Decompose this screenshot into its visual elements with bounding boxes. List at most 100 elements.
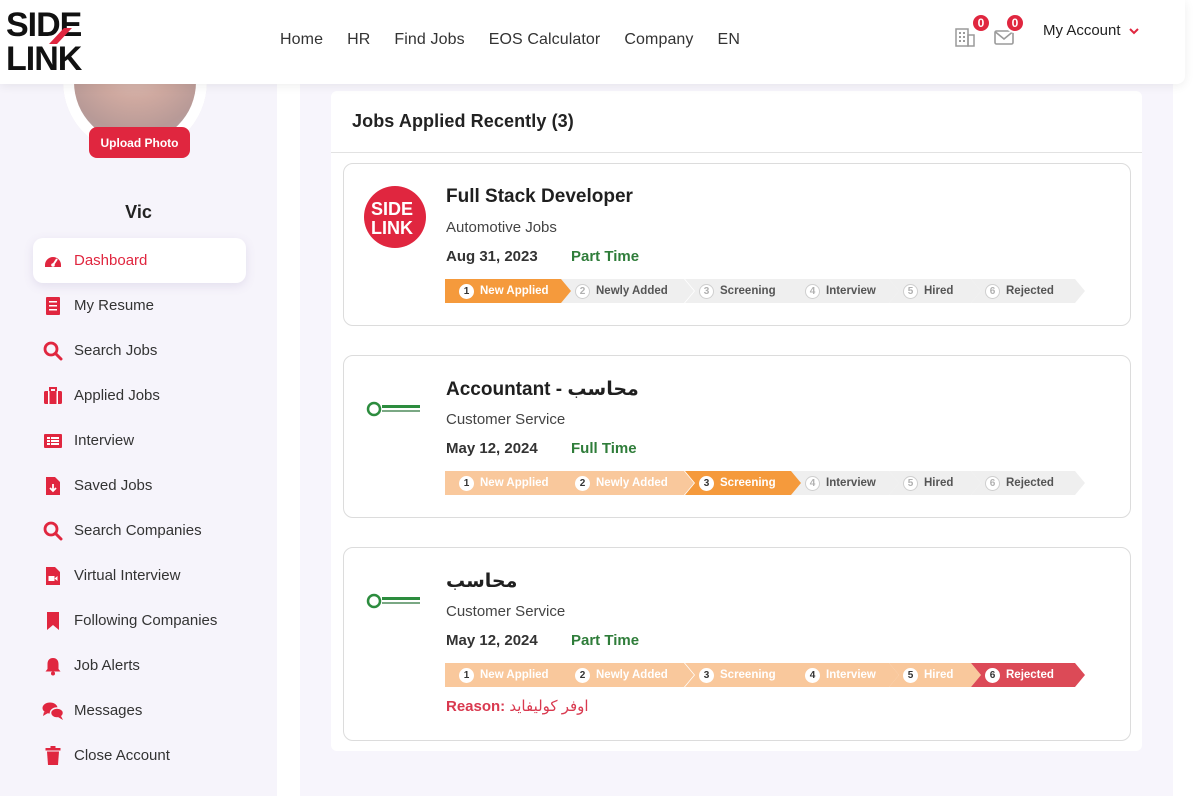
sidebar-item-search-jobs[interactable]: Search Jobs <box>33 328 246 373</box>
job-date: May 12, 2024 <box>446 632 538 649</box>
sidebar-item-label: Dashboard <box>74 252 148 269</box>
bell-icon <box>42 655 64 677</box>
stage-label: Screening <box>720 477 776 489</box>
sidebar-item-label: Messages <box>74 702 143 719</box>
stage-newly-added: 2 Newly Added <box>561 663 696 687</box>
stage-label: Screening <box>720 669 776 681</box>
sidebar-item-messages[interactable]: Messages <box>33 688 246 733</box>
job-category: Customer Service <box>446 411 566 428</box>
stage-hired: 5 Hired <box>889 663 983 687</box>
stage-number: 3 <box>699 283 714 299</box>
panel-title: Jobs Applied Recently (3) <box>352 111 574 131</box>
stage-label: Interview <box>826 669 876 681</box>
company-logo <box>364 570 426 632</box>
job-category: Automotive Jobs <box>446 219 557 236</box>
job-type: Part Time <box>571 248 640 265</box>
stage-interview: 4 Interview <box>791 471 901 495</box>
stage-number: 5 <box>903 475 918 491</box>
sidebar-item-label: Following Companies <box>74 612 218 629</box>
sidebar-item-label: Applied Jobs <box>74 387 160 404</box>
sidebar-item-my-resume[interactable]: My Resume <box>33 283 246 328</box>
stage-number: 4 <box>805 283 820 299</box>
job-date: May 12, 2024 <box>446 440 538 457</box>
job-card[interactable]: Accountant - محاسب Customer Service May … <box>343 355 1131 518</box>
company-logo <box>364 378 426 440</box>
job-type: Full Time <box>571 440 637 457</box>
sidebar-item-label: Search Companies <box>74 522 202 539</box>
stage-label: Screening <box>720 285 776 297</box>
sidebar-item-label: Saved Jobs <box>74 477 153 494</box>
user-name: Vic <box>125 202 152 222</box>
sidebar-item-interview[interactable]: Interview <box>33 418 246 463</box>
stage-label: Rejected <box>1006 285 1054 297</box>
stage-rejected: 6 Rejected <box>971 471 1087 495</box>
sidebar-item-saved-jobs[interactable]: Saved Jobs <box>33 463 246 508</box>
top-header: SIDE LINK Home HR Find Jobs EOS Calculat… <box>0 0 1185 84</box>
interview-icon <box>42 430 64 452</box>
stage-new-applied: 1 New Applied <box>445 663 575 687</box>
resume-icon <box>42 295 64 317</box>
stage-label: Rejected <box>1006 477 1054 489</box>
nav-hr[interactable]: HR <box>347 31 370 49</box>
rejection-reason: Reason: اوفر كوليفايد <box>446 697 589 715</box>
logo-text-bottom: LINK <box>6 40 83 74</box>
sidelink-logo[interactable]: SIDE LINK <box>4 4 108 74</box>
sidebar-item-applied-jobs[interactable]: Applied Jobs <box>33 373 246 418</box>
reason-text: اوفر كوليفايد <box>509 698 589 715</box>
stage-number: 5 <box>903 667 918 683</box>
nav-eos-calculator[interactable]: EOS Calculator <box>489 31 601 49</box>
stage-label: New Applied <box>480 477 549 489</box>
main-nav: Home HR Find Jobs EOS Calculator Company… <box>268 0 752 80</box>
job-title[interactable]: Full Stack Developer <box>446 186 633 208</box>
sidebar-item-label: Virtual Interview <box>74 567 181 584</box>
stage-screening: 3 Screening <box>685 663 804 687</box>
nav-company[interactable]: Company <box>624 31 693 49</box>
stage-number: 2 <box>575 475 590 491</box>
stage-number: 6 <box>985 283 1000 299</box>
stage-label: Newly Added <box>596 477 668 489</box>
my-account-menu[interactable]: My Account <box>1043 22 1139 39</box>
stage-number: 4 <box>805 475 820 491</box>
sidebar-item-close-account[interactable]: Close Account <box>33 733 246 778</box>
job-title[interactable]: Accountant - محاسب <box>446 378 639 401</box>
stage-label: Interview <box>826 477 876 489</box>
upload-photo-button[interactable]: Upload Photo <box>89 127 190 158</box>
stage-label: Hired <box>924 285 954 297</box>
sidebar-menu: Dashboard My Resume Search Jobs Applied … <box>33 238 246 778</box>
company-logo: SIDE LINK <box>364 186 426 248</box>
stage-new-applied: 1 New Applied <box>445 279 575 303</box>
messages-badge: 0 <box>1005 13 1025 33</box>
stage-number: 2 <box>575 667 590 683</box>
nav-find-jobs[interactable]: Find Jobs <box>394 31 464 49</box>
sidebar-item-following-companies[interactable]: Following Companies <box>33 598 246 643</box>
sidebar-item-job-alerts[interactable]: Job Alerts <box>33 643 246 688</box>
stage-label: Hired <box>924 669 954 681</box>
job-title[interactable]: محاسب <box>446 570 517 593</box>
logo-text-top: SIDE <box>6 6 82 44</box>
chevron-down-icon <box>1128 27 1139 34</box>
stage-new-applied: 1 New Applied <box>445 471 575 495</box>
notifications-badge: 0 <box>971 13 991 33</box>
saved-file-icon <box>42 475 64 497</box>
nav-language[interactable]: EN <box>718 31 740 49</box>
sidebar-item-virtual-interview[interactable]: Virtual Interview <box>33 553 246 598</box>
nav-home[interactable]: Home <box>280 31 323 49</box>
video-file-icon <box>42 565 64 587</box>
job-card[interactable]: محاسب Customer Service May 12, 2024 Part… <box>343 547 1131 741</box>
briefcase-icon <box>42 385 64 407</box>
stage-number: 1 <box>459 667 474 683</box>
stage-number: 6 <box>985 475 1000 491</box>
job-date: Aug 31, 2023 <box>446 248 538 265</box>
stage-rejected: 6 Rejected <box>971 663 1087 687</box>
stage-rejected: 6 Rejected <box>971 279 1087 303</box>
stage-number: 5 <box>903 283 918 299</box>
stage-number: 1 <box>459 475 474 491</box>
sidebar-item-dashboard[interactable]: Dashboard <box>33 238 246 283</box>
bookmark-icon <box>42 610 64 632</box>
chat-icon <box>42 700 64 722</box>
panel-divider <box>331 152 1142 153</box>
job-card[interactable]: SIDE LINK Full Stack Developer Automotiv… <box>343 163 1131 326</box>
stage-hired: 5 Hired <box>889 279 983 303</box>
stage-label: Hired <box>924 477 954 489</box>
sidebar-item-search-companies[interactable]: Search Companies <box>33 508 246 553</box>
